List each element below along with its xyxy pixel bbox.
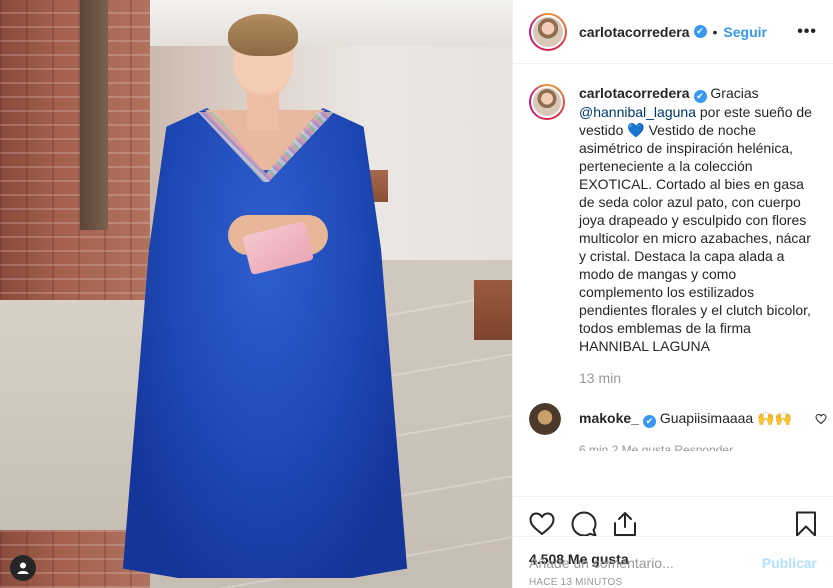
caption-avatar-image	[531, 86, 563, 118]
post-sidebar: carlotacorredera ✔ • Seguir ••• carlotac…	[512, 0, 833, 588]
caption-mention-link[interactable]: @hannibal_laguna	[579, 104, 696, 120]
photo-hair	[228, 14, 298, 56]
author-avatar[interactable]	[529, 12, 567, 51]
verified-badge-icon: ✔	[693, 90, 707, 103]
action-icons	[529, 509, 817, 539]
instagram-post: carlotacorredera ✔ • Seguir ••• carlotac…	[0, 0, 833, 588]
comment-like-icon[interactable]	[815, 413, 827, 428]
add-comment-bar: Publicar	[513, 536, 833, 588]
commenter-avatar-image	[529, 403, 561, 435]
caption-text: carlotacorredera ✔ Gracias @hannibal_lagu…	[579, 84, 817, 387]
share-upload-icon[interactable]	[613, 511, 637, 537]
post-caption: carlotacorredera ✔ Gracias @hannibal_lagu…	[529, 84, 817, 387]
caption-time: 13 min	[579, 370, 622, 386]
follow-button[interactable]: Seguir	[723, 24, 767, 40]
more-options-icon[interactable]: •••	[797, 23, 817, 41]
author-avatar-image	[531, 14, 565, 49]
comment-item: makoke_ ✔ Guapiisimaaaa 🙌🙌	[529, 403, 827, 435]
verified-badge-icon: ✔	[642, 415, 656, 428]
post-header: carlotacorredera ✔ • Seguir •••	[513, 0, 833, 64]
comment-meta: 6 min 2 Me gusta Responder	[579, 443, 734, 451]
comment-text: makoke_ ✔ Guapiisimaaaa 🙌🙌	[579, 403, 792, 428]
comment-bubble-icon[interactable]	[571, 511, 597, 537]
caption-username[interactable]: carlotacorredera	[579, 85, 690, 101]
verified-badge-icon: ✔	[693, 25, 707, 38]
header-separator: •	[712, 23, 718, 40]
photo-stone-wall-base	[0, 300, 150, 530]
photo-ceiling	[120, 0, 512, 46]
caption-intro: Gracias	[710, 85, 759, 101]
comment-body: Guapiisimaaaa	[659, 410, 754, 426]
comments-section[interactable]: carlotacorredera ✔ Gracias @hannibal_lagu…	[513, 64, 833, 496]
like-heart-icon[interactable]	[529, 512, 555, 536]
raised-hands-emoji: 🙌🙌	[757, 410, 792, 426]
bookmark-icon[interactable]	[795, 511, 817, 537]
tagged-user-icon[interactable]	[10, 555, 36, 581]
author-username[interactable]: carlotacorredera	[579, 24, 690, 40]
add-comment-input[interactable]	[529, 554, 754, 571]
commenter-avatar[interactable]	[529, 403, 561, 435]
caption-body: Vestido de noche asimétrico de inspiraci…	[579, 122, 811, 354]
publish-button[interactable]: Publicar	[762, 555, 817, 571]
commenter-username[interactable]: makoke_	[579, 410, 639, 426]
caption-avatar[interactable]	[529, 84, 565, 120]
blue-heart-emoji: 💙	[627, 122, 645, 138]
post-photo[interactable]	[0, 0, 512, 588]
photo-window-frame	[80, 0, 108, 230]
photo-bench	[474, 280, 512, 340]
